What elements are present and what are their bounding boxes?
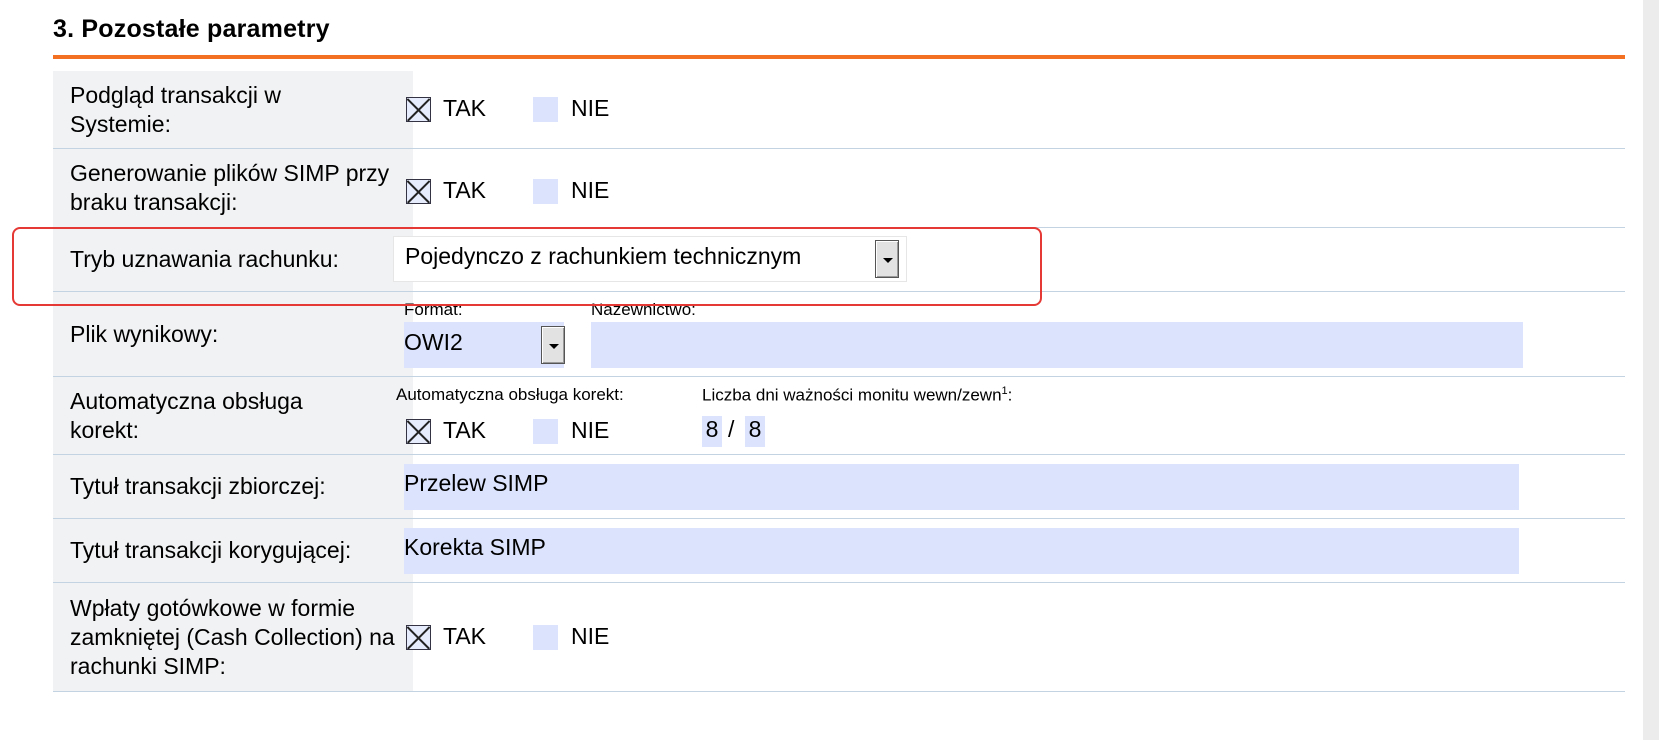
correction-title-value: Korekta SIMP bbox=[404, 534, 546, 560]
format-select-value: OWI2 bbox=[404, 329, 463, 355]
preview-yes-checkbox[interactable] bbox=[406, 97, 431, 122]
row-preview: Podgląd transakcji w Systemie: TAK NIE bbox=[53, 71, 1625, 149]
preview-yes-label: TAK bbox=[443, 95, 487, 121]
days-separator: / bbox=[728, 416, 735, 442]
preview-no-label: NIE bbox=[571, 95, 610, 121]
section-divider bbox=[53, 55, 1625, 59]
collective-title-value: Przelew SIMP bbox=[404, 470, 549, 496]
row-generate: Generowanie plików SIMP przy braku trans… bbox=[53, 149, 1625, 228]
highlight-box bbox=[12, 227, 1042, 306]
reminder-days-label: Liczba dni ważności monitu wewn/zewn1: bbox=[702, 385, 1012, 406]
scrollbar[interactable] bbox=[1643, 0, 1659, 740]
cash-yes-checkbox[interactable] bbox=[406, 625, 431, 650]
row-corrections: Automatyczna obsługa korekt: Automatyczn… bbox=[53, 377, 1625, 455]
corrections-yes-label: TAK bbox=[443, 417, 487, 443]
row-label: Tytuł transakcji zbiorczej: bbox=[53, 455, 413, 518]
corrections-sub-label: Automatyczna obsługa korekt: bbox=[396, 385, 624, 404]
external-days-input[interactable]: 8 bbox=[745, 416, 765, 447]
row-label: Podgląd transakcji w Systemie: bbox=[53, 71, 413, 148]
row-collective-title: Tytuł transakcji zbiorczej: Przelew SIMP bbox=[53, 455, 1625, 519]
cash-no-label: NIE bbox=[571, 623, 610, 649]
internal-days-input[interactable]: 8 bbox=[702, 416, 722, 447]
corrections-no-label: NIE bbox=[571, 417, 610, 443]
cash-yes-label: TAK bbox=[443, 623, 487, 649]
internal-days-value: 8 bbox=[705, 416, 719, 442]
naming-input[interactable] bbox=[591, 322, 1523, 368]
row-label: Generowanie plików SIMP przy braku trans… bbox=[53, 149, 413, 227]
collective-title-input[interactable]: Przelew SIMP bbox=[404, 464, 1519, 510]
preview-no-checkbox[interactable] bbox=[533, 97, 558, 122]
row-label: Automatyczna obsługa korekt: bbox=[53, 377, 413, 454]
reminder-days-label-colon: : bbox=[1007, 385, 1013, 405]
reminder-days-label-text: Liczba dni ważności monitu wewn/zewn bbox=[702, 385, 1002, 405]
generate-yes-label: TAK bbox=[443, 177, 487, 203]
generate-no-checkbox[interactable] bbox=[533, 179, 558, 204]
row-correction-title: Tytuł transakcji korygującej: Korekta SI… bbox=[53, 519, 1625, 583]
generate-no-label: NIE bbox=[571, 177, 610, 203]
section-title: 3. Pozostałe parametry bbox=[53, 15, 330, 43]
row-cash-collection: Wpłaty gotówkowe w formie zamkniętej (Ca… bbox=[53, 583, 1625, 692]
cash-no-checkbox[interactable] bbox=[533, 625, 558, 650]
correction-title-input[interactable]: Korekta SIMP bbox=[404, 528, 1519, 574]
corrections-no-checkbox[interactable] bbox=[533, 419, 558, 444]
corrections-yes-checkbox[interactable] bbox=[406, 419, 431, 444]
generate-yes-checkbox[interactable] bbox=[406, 179, 431, 204]
format-select[interactable]: OWI2 bbox=[404, 322, 564, 368]
format-select-dropdown-button[interactable] bbox=[541, 326, 565, 364]
row-label: Wpłaty gotówkowe w formie zamkniętej (Ca… bbox=[53, 583, 413, 691]
external-days-value: 8 bbox=[748, 416, 762, 442]
row-label: Tytuł transakcji korygującej: bbox=[53, 519, 413, 582]
